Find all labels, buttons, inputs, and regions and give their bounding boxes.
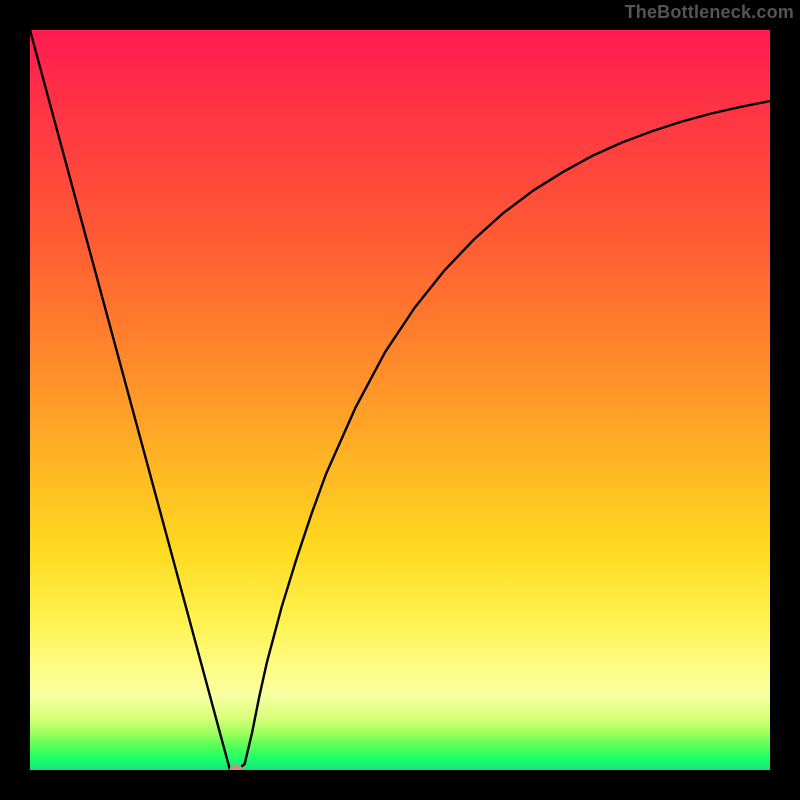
- optimum-marker: [229, 765, 242, 771]
- watermark-label: TheBottleneck.com: [625, 2, 794, 23]
- bottleneck-curve: [30, 30, 770, 770]
- chart-frame: TheBottleneck.com: [0, 0, 800, 800]
- plot-area: [30, 30, 770, 770]
- curve-path: [30, 30, 770, 770]
